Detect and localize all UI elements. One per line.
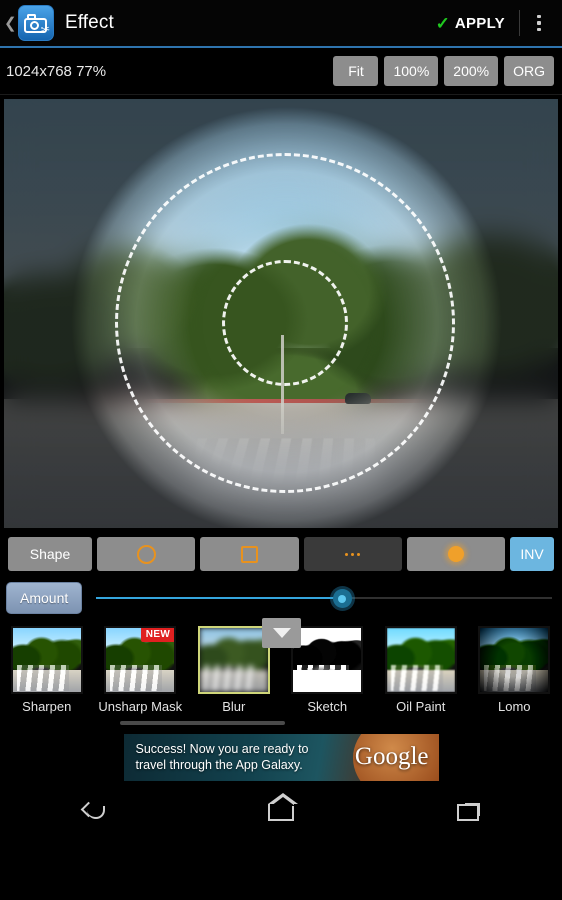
nav-back-icon [83,804,105,820]
filled-blob-icon [447,546,464,562]
ad-text-line1: Success! Now you are ready to [135,741,309,756]
amount-slider[interactable] [96,583,552,613]
android-navigation-bar [0,786,562,838]
effect-preview-layer [484,665,537,691]
effect-preview-graphic [12,628,81,692]
shape-feather-button[interactable] [406,537,505,571]
image-dimensions-label: 1024x768 77% [6,62,107,80]
shape-circle-button[interactable] [97,537,196,571]
apply-button-label: APPLY [454,14,505,32]
page-title: Effect [65,12,114,33]
camera-effect-app-icon[interactable]: ✂ [18,5,54,41]
effect-preview-layer [110,665,163,691]
apply-button[interactable]: ✓ APPLY [426,0,515,46]
shape-square-button[interactable] [200,537,299,571]
effect-preview-layer [297,665,350,691]
zoom-200-button[interactable]: 200% [444,56,499,86]
effect-strip-container: Sharpen NEW Unsharp Mask Blur Sketch Oil Pain… [0,618,562,728]
effect-preview-graphic [199,628,268,692]
shape-more-button[interactable] [303,537,402,571]
ad-text: Success! Now you are ready to travel thr… [124,741,309,774]
zoom-button-group: Fit 100% 200% ORG [333,56,554,86]
zoom-original-button[interactable]: ORG [504,56,554,86]
nav-recents-button[interactable] [375,786,562,838]
effect-preview-layer [390,665,443,691]
overflow-menu-icon[interactable] [524,0,554,46]
effect-preview-layer [16,665,69,691]
effect-thumbnail-image: NEW [104,626,177,694]
shape-label-button[interactable]: Shape [8,537,92,571]
nav-home-button[interactable] [187,786,374,838]
effect-thumbnail-item[interactable]: Oil Paint [374,626,468,728]
effect-thumbnail-item[interactable]: Lomo [468,626,562,728]
image-preview-canvas[interactable] [4,99,558,528]
effect-thumbnail-item[interactable]: Sharpen [0,626,94,728]
effect-preview-layer [203,665,256,691]
effect-preview-graphic [293,628,362,692]
dashed-circle-inner[interactable] [222,259,349,386]
effect-thumbnail-image [10,626,83,694]
nav-back-button[interactable] [0,786,187,838]
effect-thumbnail-label: Oil Paint [396,699,446,714]
zoom-fit-button[interactable]: Fit [333,56,379,86]
camera-lens-shape [30,21,39,30]
amount-label-button[interactable]: Amount [6,582,83,614]
shape-toolbar: Shape INV [0,532,562,576]
chevron-down-icon [272,628,291,638]
nav-home-icon [267,792,298,821]
effect-preview-graphic [480,628,549,692]
effect-thumbnail-image [197,626,270,694]
ad-banner[interactable]: Success! Now you are ready to travel thr… [123,733,439,781]
canvas-container [0,95,562,532]
ad-brand-logo: Google [354,743,429,770]
effect-thumbnail-label: Sketch [307,699,348,714]
effect-thumbnail-image [291,626,364,694]
collapse-panel-button[interactable] [262,618,301,648]
effect-thumbnail-image [384,626,457,694]
back-chevron-icon[interactable]: ❮ [4,16,17,31]
scissors-icon: ✂ [39,23,51,37]
slider-thumb[interactable] [332,589,352,608]
circle-outline-icon [136,544,156,564]
effect-thumbnail-label: Blur [222,699,246,714]
ad-text-line2: travel through the App Galaxy. [135,758,303,772]
header-divider [519,10,520,36]
image-info-bar: 1024x768 77% Fit 100% 200% ORG [0,48,562,94]
effect-thumbnail-label: Sharpen [22,699,72,714]
ad-container: Success! Now you are ready to travel thr… [0,728,562,786]
effect-thumbnail-label: Lomo [497,699,531,714]
green-check-icon: ✓ [435,13,450,33]
app-header: ❮ ✂ Effect ✓ APPLY [0,0,562,46]
horizontal-scrollbar[interactable] [120,721,285,725]
effect-preview-graphic [386,628,455,692]
zoom-100-button[interactable]: 100% [384,56,439,86]
effect-thumbnail-image [478,626,551,694]
amount-slider-row: Amount [0,576,562,620]
three-dots-icon [345,552,361,556]
effect-preview-layer [480,628,549,658]
nav-recents-icon [456,803,480,821]
header-actions: ✓ APPLY [426,0,554,46]
square-outline-icon [240,545,258,563]
effect-preview-layer [480,670,549,692]
new-badge: NEW [140,628,175,642]
slider-track-fill [96,597,343,599]
effect-preview-layer [480,635,549,673]
effect-thumbnail-item[interactable]: NEW Unsharp Mask [94,626,188,728]
invert-selection-button[interactable]: INV [510,537,554,571]
effect-thumbnail-label: Unsharp Mask [98,699,183,714]
